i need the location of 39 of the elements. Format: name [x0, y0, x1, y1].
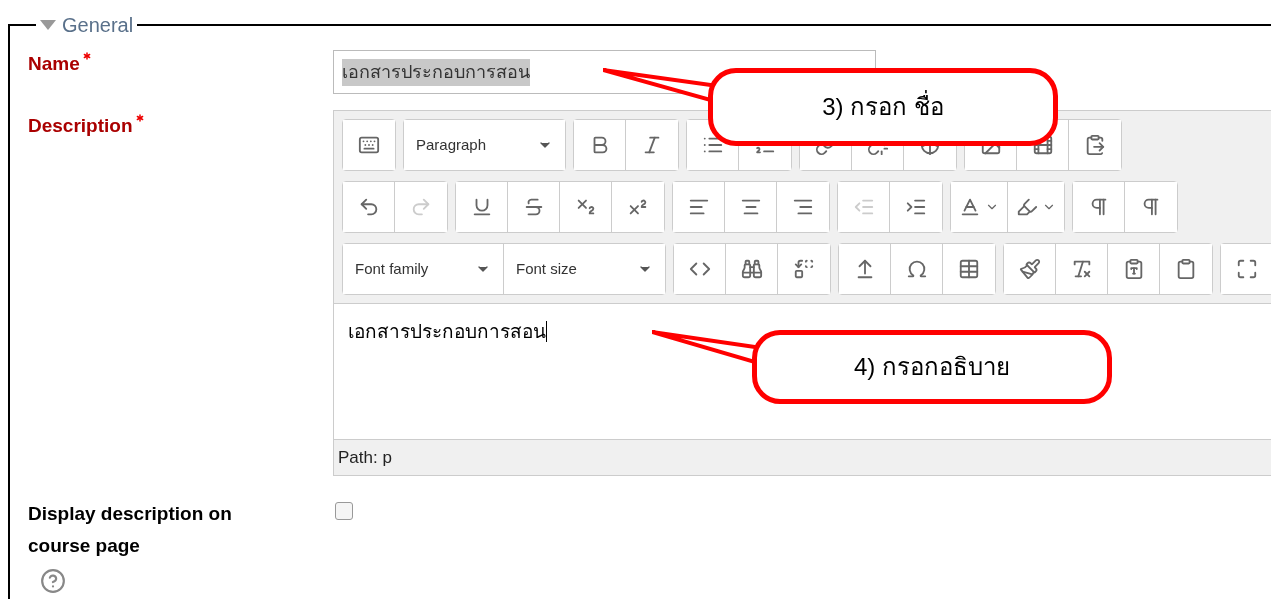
section-toggle[interactable]: General	[40, 10, 134, 40]
input-value: เอกสารประกอบการสอน	[342, 58, 530, 86]
replace-icon	[793, 258, 815, 280]
toolbar-button[interactable]	[343, 182, 395, 232]
toolbar-button[interactable]	[343, 120, 395, 170]
brush-icon	[1018, 258, 1041, 280]
table-icon	[958, 258, 980, 280]
unlink-icon	[866, 146, 889, 156]
image-icon	[979, 146, 1002, 156]
toolbar-dropdown[interactable]: Paragraph	[404, 120, 565, 170]
keyboard-icon	[358, 134, 380, 156]
toolbar-button[interactable]	[1073, 182, 1125, 232]
clipboard-icon	[1084, 134, 1106, 156]
toolbar-button[interactable]	[674, 244, 726, 294]
content-text: เอกสารประกอบการสอน	[348, 321, 547, 342]
highlighter-icon	[1016, 196, 1038, 218]
field-label: Name	[28, 52, 80, 76]
anchor-icon	[919, 146, 941, 156]
paste-word-icon	[1175, 258, 1197, 280]
toolbar-button[interactable]	[839, 244, 891, 294]
toolbar-button[interactable]	[951, 182, 1008, 232]
omega-icon	[905, 258, 928, 280]
help-icon[interactable]	[40, 568, 66, 594]
field-label: Display description on course page	[28, 502, 233, 558]
toolbar-button[interactable]	[1004, 244, 1056, 294]
toolbar-button[interactable]	[574, 120, 626, 170]
toolbar-button[interactable]	[456, 182, 508, 232]
path-text: Path: p	[338, 446, 392, 469]
redo-icon	[410, 196, 432, 218]
field-label: Description	[28, 114, 133, 138]
toolbar-button[interactable]	[673, 182, 725, 232]
checkbox[interactable]	[335, 502, 353, 520]
fullscreen-icon	[1236, 258, 1258, 280]
toolbar-dropdown[interactable]: Font family	[343, 244, 504, 294]
binoculars-icon	[740, 258, 763, 280]
text-color-icon	[959, 196, 981, 218]
callout-tooltip: 4) กรอกอธิบาย	[752, 330, 1112, 404]
callout-tooltip: 3) กรอก ชื่อ	[708, 68, 1058, 146]
toolbar-button[interactable]	[1221, 244, 1271, 294]
